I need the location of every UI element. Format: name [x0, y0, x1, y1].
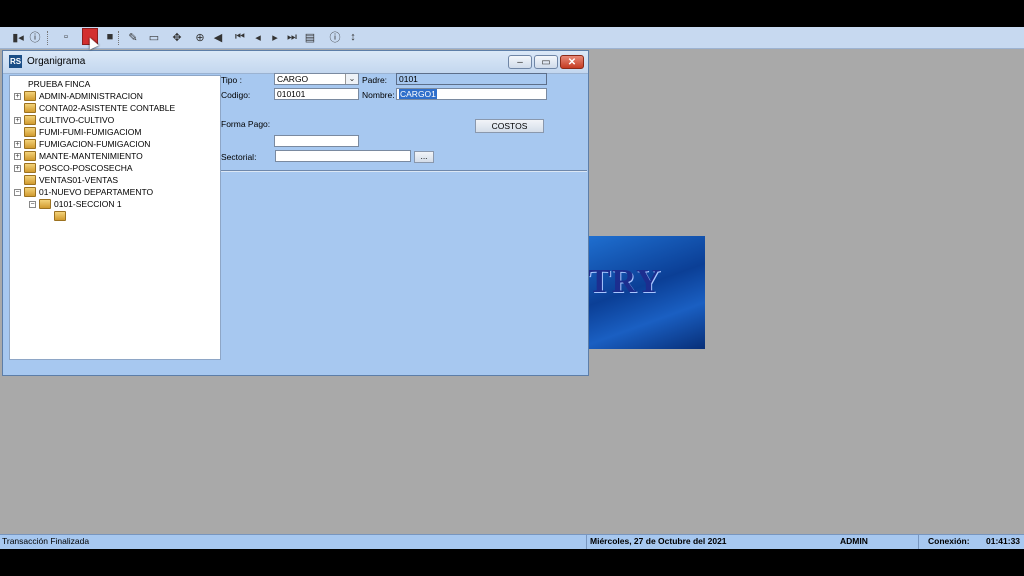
status-connection-time: 01:41:33 — [986, 536, 1021, 546]
forma-pago-label: Forma Pago: — [221, 119, 271, 129]
splash-text: TRY — [588, 263, 662, 300]
organigrama-window: RS Organigrama – ▭ ✕ PRUEBA FINCA + ADMIN… — [2, 50, 589, 376]
sort-icon[interactable]: ↕ — [345, 29, 361, 45]
status-separator — [918, 535, 919, 549]
expand-icon[interactable]: + — [14, 140, 21, 148]
open-icon[interactable]: ▭ — [146, 29, 162, 45]
form-divider — [221, 170, 587, 171]
print-icon[interactable]: ▤ — [302, 29, 318, 45]
maximize-button[interactable]: ▭ — [534, 55, 558, 69]
padre-label: Padre: — [362, 75, 388, 85]
folder-icon — [54, 211, 66, 221]
status-date: Miércoles, 27 de Octubre del 2021 — [590, 536, 727, 546]
nombre-field[interactable]: CARGO1 — [396, 88, 547, 100]
folder-icon — [24, 139, 36, 149]
minimize-button[interactable]: – — [508, 55, 532, 69]
folder-icon — [24, 103, 36, 113]
tree-item[interactable]: + CULTIVO-CULTIVO — [14, 114, 114, 126]
collapse-icon[interactable]: − — [29, 200, 36, 208]
new-icon[interactable]: ▫ — [58, 29, 74, 45]
tree-item[interactable]: CONTA02-ASISTENTE CONTABLE — [14, 102, 175, 114]
codigo-field[interactable]: 010101 — [274, 88, 359, 100]
help2-icon[interactable]: ⓘ — [327, 29, 343, 45]
exit-icon[interactable]: ▮◂ — [10, 29, 26, 45]
folder-icon — [24, 151, 36, 161]
window-title: Organigrama — [27, 56, 86, 67]
tree-item-label: MANTE-MANTENIMIENTO — [39, 151, 143, 161]
last-icon[interactable]: ⏭ — [284, 29, 300, 45]
tree-item[interactable]: FUMI-FUMI-FUMIGACIOM — [14, 126, 141, 138]
refresh-icon[interactable]: ✥ — [169, 29, 185, 45]
tree-item-label: FUMIGACION-FUMIGACION — [39, 139, 151, 149]
chevron-down-icon[interactable]: ⌄ — [345, 74, 358, 84]
expand-icon[interactable]: + — [14, 164, 21, 172]
tree-item[interactable]: + MANTE-MANTENIMIENTO — [14, 150, 143, 162]
tree-item[interactable]: + ADMIN-ADMINISTRACION — [14, 90, 143, 102]
toolbar-separator — [118, 31, 121, 45]
status-user: ADMIN — [840, 536, 868, 546]
tree-root-label: PRUEBA FINCA — [28, 79, 91, 89]
folder-icon — [24, 175, 36, 185]
tree-item-label: POSCO-POSCOSECHA — [39, 163, 133, 173]
expand-icon[interactable]: + — [14, 152, 21, 160]
help-icon[interactable]: ⓘ — [27, 29, 43, 45]
sectorial-browse-button[interactable]: ... — [414, 151, 434, 163]
top-black-bar — [0, 0, 1024, 27]
app-icon: RS — [9, 55, 22, 68]
status-separator — [586, 535, 587, 549]
splash-image: TRY — [588, 236, 705, 349]
folder-icon — [24, 163, 36, 173]
status-connection-label: Conexión: — [928, 536, 970, 546]
back-icon[interactable]: ◀ — [210, 29, 226, 45]
codigo-label: Codigo: — [221, 90, 251, 100]
folder-icon — [39, 199, 51, 209]
costos-button[interactable]: COSTOS — [475, 119, 544, 133]
tree-item-label: ADMIN-ADMINISTRACION — [39, 91, 143, 101]
tree-item[interactable]: − 0101-SECCION 1 — [29, 198, 122, 210]
tree-item[interactable]: + FUMIGACION-FUMIGACION — [14, 138, 150, 150]
folder-icon — [24, 127, 36, 137]
tree-item-label: 0101-SECCION 1 — [54, 199, 122, 209]
main-toolbar: ▮◂ ⓘ ▫ ■ ✎ ▭ ✥ ⊕ ◀ ⏮ ◂ ▸ ⏭ ▤ ⓘ ↕ — [0, 27, 1024, 49]
folder-icon — [24, 187, 36, 197]
prev-icon[interactable]: ◂ — [250, 29, 266, 45]
tree-item-label: CULTIVO-CULTIVO — [39, 115, 115, 125]
stop-icon[interactable]: ■ — [102, 29, 118, 45]
bottom-black-bar — [0, 549, 1024, 576]
padre-field[interactable]: 0101 — [396, 73, 547, 85]
status-bar: Transacción Finalizada Miércoles, 27 de … — [0, 534, 1024, 549]
tipo-select-value: CARGO — [277, 74, 309, 84]
tree-item-new[interactable] — [54, 210, 69, 222]
forma-pago-field[interactable] — [274, 135, 359, 147]
tipo-select[interactable]: CARGO ⌄ — [274, 73, 359, 85]
next-icon[interactable]: ▸ — [267, 29, 283, 45]
status-message: Transacción Finalizada — [2, 536, 90, 546]
tree-root[interactable]: PRUEBA FINCA — [28, 78, 90, 90]
search-icon[interactable]: ⊕ — [192, 29, 208, 45]
tree-item-label: CONTA02-ASISTENTE CONTABLE — [39, 103, 176, 113]
tree-item[interactable]: − 01-NUEVO DEPARTAMENTO — [14, 186, 153, 198]
tree-item-label: 01-NUEVO DEPARTAMENTO — [39, 187, 154, 197]
nombre-label: Nombre: — [362, 90, 395, 100]
close-button[interactable]: ✕ — [560, 55, 584, 69]
sectorial-label: Sectorial: — [221, 152, 257, 162]
folder-icon — [24, 115, 36, 125]
expand-icon[interactable]: + — [14, 92, 21, 100]
window-titlebar[interactable]: RS Organigrama – ▭ ✕ — [3, 51, 588, 74]
first-icon[interactable]: ⏮ — [232, 29, 248, 45]
edit-icon[interactable]: ✎ — [125, 29, 141, 45]
folder-icon — [24, 91, 36, 101]
collapse-icon[interactable]: − — [14, 188, 21, 196]
tree-item-label: VENTAS01-VENTAS — [39, 175, 119, 185]
sectorial-field[interactable] — [275, 150, 411, 162]
tree-item[interactable]: + POSCO-POSCOSECHA — [14, 162, 133, 174]
nombre-selected-text: CARGO1 — [399, 89, 437, 99]
tipo-label: Tipo : — [221, 75, 242, 85]
tree-item[interactable]: VENTAS01-VENTAS — [14, 174, 118, 186]
toolbar-separator — [47, 31, 50, 45]
tree-item-label: FUMI-FUMI-FUMIGACIOM — [39, 127, 142, 137]
organization-tree[interactable]: PRUEBA FINCA + ADMIN-ADMINISTRACION CONTA… — [9, 75, 221, 360]
expand-icon[interactable]: + — [14, 116, 21, 124]
